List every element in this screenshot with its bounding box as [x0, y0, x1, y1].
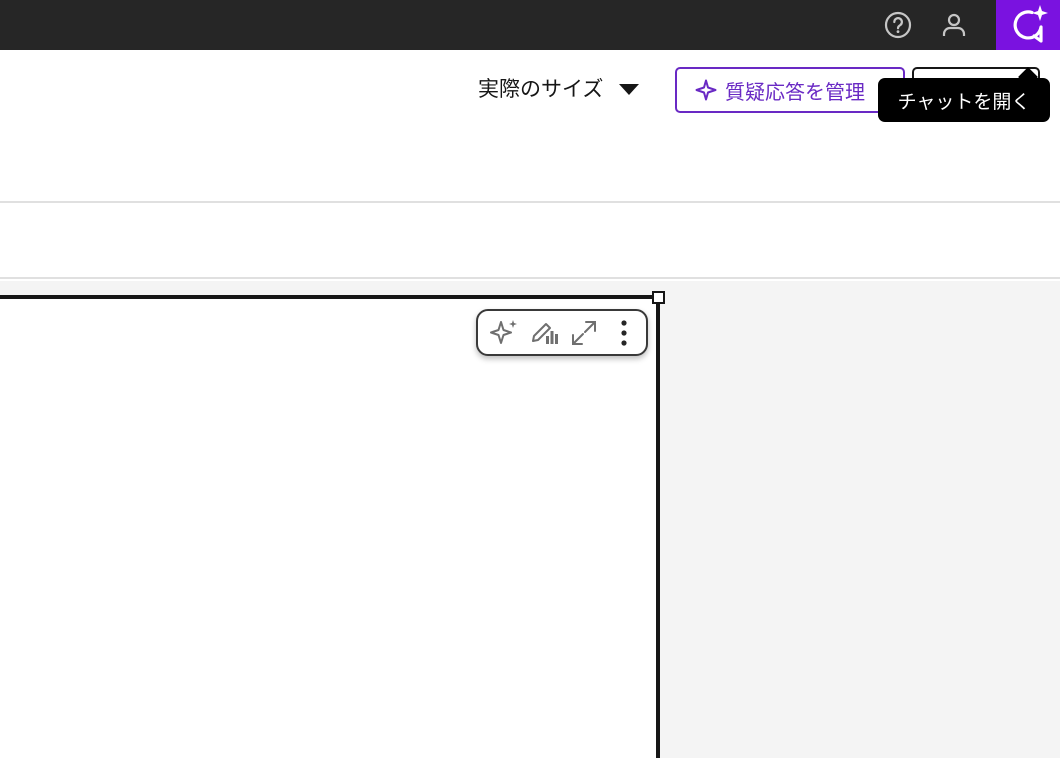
- expand-button[interactable]: [564, 313, 604, 353]
- manage-qa-button[interactable]: 質疑応答を管理: [675, 67, 905, 113]
- view-size-value: 実際のサイズ: [478, 77, 604, 101]
- expand-icon: [572, 320, 596, 345]
- ai-insights-button[interactable]: [484, 313, 524, 353]
- view-size-select[interactable]: 実際のサイズ: [478, 72, 640, 104]
- edit-chart-button[interactable]: [524, 313, 564, 353]
- widget-panel[interactable]: [0, 295, 660, 758]
- top-bar: [0, 0, 1060, 50]
- user-profile-button[interactable]: [929, 0, 979, 50]
- caret-down-icon: [619, 83, 640, 95]
- filter-band: [0, 205, 1060, 279]
- overflow-menu-icon: [621, 319, 627, 346]
- report-toolbar: 実際のサイズ 質疑応答を管理: [0, 50, 1060, 203]
- chat-tooltip-text: チャットを開く: [897, 90, 1031, 113]
- overflow-menu-button[interactable]: [604, 313, 644, 353]
- ai-chat-icon: [1013, 5, 1048, 43]
- manage-qa-label: 質疑応答を管理: [725, 79, 865, 104]
- chat-tooltip: チャットを開く: [878, 78, 1050, 122]
- resize-handle[interactable]: [652, 291, 665, 304]
- sparkle-icon: [695, 79, 717, 101]
- widget-toolbar: [476, 309, 648, 356]
- user-icon: [942, 13, 966, 36]
- help-button[interactable]: [873, 0, 923, 50]
- edit-chart-icon: [532, 322, 558, 344]
- open-chat-button[interactable]: [996, 0, 1060, 50]
- ai-sparkle-icon: [490, 319, 517, 344]
- help-icon: [884, 11, 912, 39]
